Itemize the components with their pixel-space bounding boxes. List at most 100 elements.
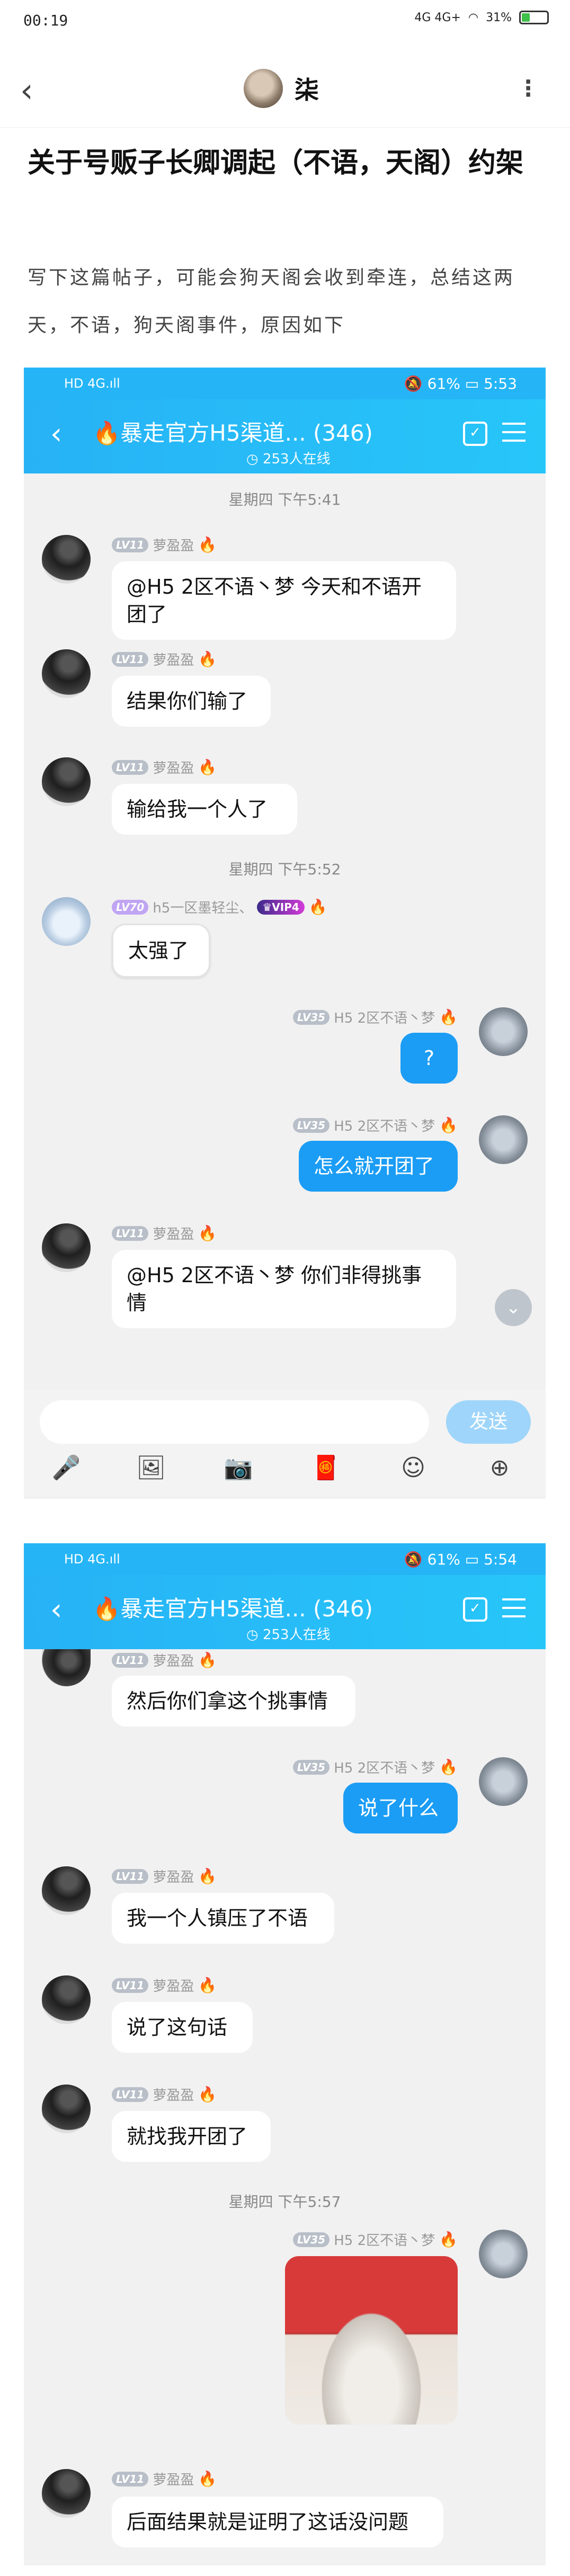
avatar[interactable] xyxy=(479,1115,528,1164)
avatar[interactable] xyxy=(42,757,91,806)
avatar[interactable] xyxy=(42,535,91,584)
sender-meta: LV11 萝盈盈 🔥 xyxy=(112,1223,217,1243)
online-count: ◷ 253人在线 xyxy=(246,1627,331,1643)
message-input[interactable] xyxy=(40,1400,429,1444)
chat-status-right: 🔕 61% ▭ 5:53 xyxy=(404,375,517,392)
plus-icon[interactable]: ⊕ xyxy=(484,1452,515,1484)
post-header: ‹ 柒 ⋮ xyxy=(0,53,570,128)
sender-meta: LV11 萝盈盈 🔥 xyxy=(112,1975,217,1995)
avatar[interactable] xyxy=(42,1975,91,2024)
message-bubble[interactable]: 结果你们输了 xyxy=(112,676,271,727)
status-bar: 00:19 4G 4G+ ◠ 31% xyxy=(0,0,570,42)
level-badge: LV11 xyxy=(112,759,149,775)
level-badge: LV11 xyxy=(112,651,149,667)
camera-icon[interactable]: 📷 xyxy=(222,1452,254,1484)
message-bubble[interactable]: 输给我一个人了 xyxy=(112,784,297,835)
message-bubble[interactable]: 后面结果就是证明了这话没问题 xyxy=(112,2497,443,2547)
sender-meta: LV35 H5 2区不语丶梦 🔥 xyxy=(292,1007,458,1027)
send-button[interactable]: 发送 xyxy=(446,1400,531,1444)
sender-meta: LV35 H5 2区不语丶梦 🔥 xyxy=(292,1115,458,1135)
avatar[interactable] xyxy=(479,1757,528,1806)
chat-back-icon[interactable]: ‹ xyxy=(50,419,62,449)
level-badge: LV11 xyxy=(112,1978,149,1993)
sender-meta: LV11 萝盈盈 🔥 xyxy=(112,757,217,777)
avatar[interactable] xyxy=(42,2085,91,2133)
fire-icon: 🔥 xyxy=(198,1976,217,1994)
sender-name: 萝盈盈 xyxy=(153,761,194,776)
sender-name: 萝盈盈 xyxy=(153,2088,194,2104)
sender-meta: LV35 H5 2区不语丶梦 🔥 xyxy=(292,1757,458,1777)
fire-icon: 🔥 xyxy=(198,1651,217,1669)
checkin-icon[interactable] xyxy=(463,1597,487,1622)
chat-signal: HD 4G.ıll xyxy=(64,1552,120,1567)
sender-name: 萝盈盈 xyxy=(153,538,194,554)
message-bubble[interactable]: 太强了 xyxy=(112,924,210,978)
author-info[interactable]: 柒 xyxy=(244,69,319,108)
message-bubble[interactable]: 然后你们拿这个挑事情 xyxy=(112,1676,355,1727)
sender-meta: LV35 H5 2区不语丶梦 🔥 xyxy=(292,2230,458,2249)
author-avatar[interactable] xyxy=(244,69,283,108)
chat-title-bar: ‹ 🔥暴走官方H5渠道... (346) ◷ 253人在线 xyxy=(24,1575,546,1649)
level-badge: LV11 xyxy=(112,2087,149,2102)
avatar[interactable] xyxy=(42,1649,91,1686)
group-title[interactable]: 🔥暴走官方H5渠道... (346) xyxy=(93,1591,373,1623)
sender-meta: LV11 萝盈盈 🔥 xyxy=(112,2085,217,2104)
sender-name: 萝盈盈 xyxy=(153,1653,194,1669)
avatar[interactable] xyxy=(42,897,91,946)
online-count: ◷ 253人在线 xyxy=(246,451,331,467)
microphone-icon[interactable]: 🎤 xyxy=(50,1452,82,1484)
sender-name: H5 2区不语丶梦 xyxy=(334,1760,435,1776)
status-icons: 4G 4G+ ◠ 31% xyxy=(414,11,549,24)
emoji-icon[interactable]: ☺ xyxy=(397,1452,429,1484)
fire-icon: 🔥 xyxy=(308,898,327,916)
chat-back-icon[interactable]: ‹ xyxy=(50,1595,62,1625)
time-divider: 星期四 下午5:57 xyxy=(228,2193,341,2211)
more-options-icon[interactable]: ⋮ xyxy=(517,75,539,101)
checkin-icon[interactable] xyxy=(463,422,487,446)
sender-name: 萝盈盈 xyxy=(153,652,194,668)
clock: 00:19 xyxy=(23,12,68,29)
avatar[interactable] xyxy=(42,2469,91,2518)
post-body: 写下这篇帖子，可能会狗天阁会收到牵连，总结这两天，不语，狗天阁事件，原因如下 xyxy=(28,267,515,336)
battery-icon xyxy=(519,11,549,24)
menu-icon[interactable] xyxy=(502,1598,526,1617)
redpacket-icon[interactable]: 🧧 xyxy=(310,1452,342,1484)
fire-icon: 🔥 xyxy=(439,1008,458,1026)
avatar[interactable] xyxy=(42,1223,91,1272)
message-bubble[interactable]: ? xyxy=(400,1033,458,1084)
fire-icon: 🔥 xyxy=(439,1116,458,1134)
fire-icon: 🔥 xyxy=(198,536,217,553)
message-bubble[interactable]: 我一个人镇压了不语 xyxy=(112,1893,334,1944)
message-bubble[interactable]: 说了什么 xyxy=(343,1783,458,1833)
sender-name: h5一区墨轻尘、 xyxy=(153,900,253,916)
input-bar: 发送 🎤 🖼 📷 🧧 ☺ ⊕ xyxy=(24,1390,546,1496)
scroll-down-icon[interactable]: ⌄ xyxy=(495,1289,532,1326)
avatar[interactable] xyxy=(479,2230,528,2278)
avatar[interactable] xyxy=(42,649,91,698)
avatar[interactable] xyxy=(479,1007,528,1056)
level-badge: LV35 xyxy=(292,1009,330,1025)
fire-icon: 🔥 xyxy=(198,1867,217,1885)
message-bubble[interactable]: 说了这句话 xyxy=(112,2002,253,2053)
group-title[interactable]: 🔥暴走官方H5渠道... (346) xyxy=(93,415,373,448)
message-bubble[interactable]: 就找我开团了 xyxy=(112,2111,271,2162)
sender-name: 萝盈盈 xyxy=(153,1979,194,1994)
cat-sticker-image[interactable] xyxy=(285,2256,458,2425)
avatar[interactable] xyxy=(42,1866,91,1915)
back-button[interactable]: ‹ xyxy=(20,74,33,107)
chat-status-bar: HD 4G.ıll 🔕 61% ▭ 5:53 xyxy=(24,368,546,399)
message-bubble[interactable]: @H5 2区不语丶梦 今天和不语开团了 xyxy=(112,561,456,640)
image-icon[interactable]: 🖼 xyxy=(135,1452,167,1484)
fire-icon: 🔥 xyxy=(198,1224,217,1242)
menu-icon[interactable] xyxy=(502,423,526,442)
post-title: 关于号贩子长卿调起（不语，天阁）约架 xyxy=(28,147,524,179)
fire-icon: 🔥 xyxy=(198,650,217,668)
message-bubble[interactable]: 怎么就开团了 xyxy=(299,1141,458,1192)
sender-name: 萝盈盈 xyxy=(153,1227,194,1242)
level-badge: LV11 xyxy=(112,1652,149,1668)
sender-meta: LV11 萝盈盈 🔥 xyxy=(112,1650,217,1670)
message-bubble[interactable]: @H5 2区不语丶梦 你们非得挑事情 xyxy=(112,1250,456,1328)
level-badge: LV11 xyxy=(112,1868,149,1884)
sender-meta: LV11 萝盈盈 🔥 xyxy=(112,649,217,669)
author-name: 柒 xyxy=(295,76,319,104)
